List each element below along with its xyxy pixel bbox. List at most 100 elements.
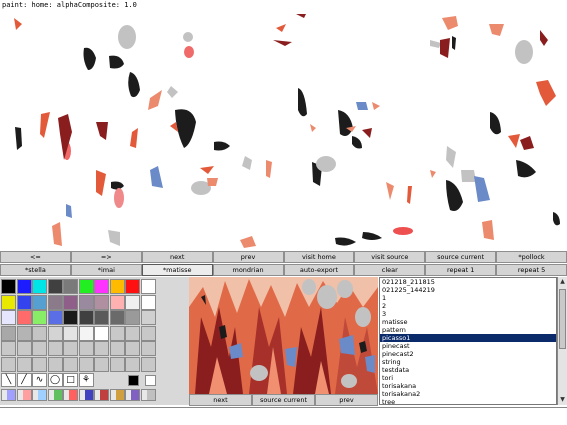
repeat-5-button[interactable]: repeat 5 <box>496 264 567 276</box>
list-item[interactable]: torisakana <box>380 382 556 390</box>
imai-button[interactable]: *imai <box>70 264 142 276</box>
brush-preset[interactable] <box>94 389 109 401</box>
color-swatch[interactable] <box>32 356 47 372</box>
color-swatch[interactable] <box>47 325 63 341</box>
current-foreground-color[interactable] <box>128 375 139 386</box>
brush-preset[interactable] <box>16 389 32 401</box>
color-swatch[interactable] <box>47 356 63 372</box>
color-swatch[interactable] <box>94 356 109 372</box>
color-swatch[interactable] <box>140 325 156 341</box>
color-swatch[interactable] <box>16 294 32 310</box>
color-swatch[interactable] <box>78 279 94 294</box>
color-swatch[interactable] <box>47 341 63 356</box>
color-swatch[interactable] <box>32 294 47 310</box>
forward-button[interactable]: => <box>70 251 142 263</box>
color-swatch[interactable] <box>78 310 94 325</box>
list-item[interactable]: tree <box>380 398 556 404</box>
list-item[interactable]: torisakana2 <box>380 390 556 398</box>
back-button[interactable]: <= <box>0 251 71 263</box>
color-swatch[interactable] <box>1 341 16 356</box>
color-swatch[interactable] <box>1 325 16 341</box>
color-swatch[interactable] <box>16 341 32 356</box>
color-swatch[interactable] <box>125 294 140 310</box>
current-background-color[interactable] <box>144 375 156 386</box>
mondrian-button[interactable]: mondrian <box>212 264 284 276</box>
color-swatch[interactable] <box>140 341 156 356</box>
color-swatch[interactable] <box>32 310 47 325</box>
line-tool-icon[interactable]: ╲ <box>1 373 16 387</box>
brush-preset[interactable] <box>109 389 125 401</box>
color-swatch[interactable] <box>16 325 32 341</box>
visit-source-button[interactable]: visit source <box>354 251 426 263</box>
list-item[interactable]: 021218_211815 <box>380 278 556 286</box>
color-swatch[interactable] <box>140 310 156 325</box>
curve-tool-icon[interactable]: ∿ <box>32 373 47 387</box>
color-swatch[interactable] <box>47 279 63 294</box>
brush-preset[interactable] <box>125 389 140 401</box>
brush-preset[interactable] <box>63 389 78 401</box>
list-item[interactable]: matisse <box>380 318 556 326</box>
color-swatch[interactable] <box>16 356 32 372</box>
color-swatch[interactable] <box>94 279 109 294</box>
stamp-tool-icon[interactable]: ⚘ <box>78 373 94 387</box>
list-item[interactable]: tori <box>380 374 556 382</box>
color-swatch[interactable] <box>32 341 47 356</box>
color-swatch[interactable] <box>63 294 78 310</box>
color-swatch[interactable] <box>125 279 140 294</box>
clear-button[interactable]: clear <box>354 264 426 276</box>
file-list[interactable]: 021218_211815 021225_144219 1 2 3 matisse patt… <box>379 277 557 405</box>
color-swatch[interactable] <box>140 279 156 294</box>
brush-preset[interactable] <box>140 389 156 401</box>
color-swatch[interactable] <box>109 294 125 310</box>
color-swatch[interactable] <box>109 310 125 325</box>
preview-next-button[interactable]: next <box>189 394 252 406</box>
source-current-button[interactable]: source current <box>425 251 497 263</box>
color-swatch[interactable] <box>94 325 109 341</box>
color-swatch[interactable] <box>109 325 125 341</box>
color-swatch[interactable] <box>16 310 32 325</box>
color-swatch[interactable] <box>125 325 140 341</box>
list-item[interactable]: testdata <box>380 366 556 374</box>
color-swatch[interactable] <box>125 356 140 372</box>
brush-preset[interactable] <box>47 389 63 401</box>
preview-prev-button[interactable]: prev <box>315 394 378 406</box>
color-swatch[interactable] <box>78 341 94 356</box>
color-swatch[interactable] <box>109 279 125 294</box>
color-swatch[interactable] <box>140 294 156 310</box>
matisse-button[interactable]: *matisse <box>141 264 213 276</box>
color-swatch[interactable] <box>140 356 156 372</box>
brush-preset[interactable] <box>78 389 94 401</box>
list-item[interactable]: pinecast2 <box>380 350 556 358</box>
color-swatch[interactable] <box>47 294 63 310</box>
color-swatch[interactable] <box>125 310 140 325</box>
color-swatch[interactable] <box>47 310 63 325</box>
preview-pane[interactable] <box>189 277 378 394</box>
color-swatch[interactable] <box>109 341 125 356</box>
color-swatch[interactable] <box>125 341 140 356</box>
color-swatch[interactable] <box>63 279 78 294</box>
color-swatch[interactable] <box>16 279 32 294</box>
list-item[interactable]: 021225_144219 <box>380 286 556 294</box>
color-swatch[interactable] <box>1 294 16 310</box>
paint-canvas[interactable] <box>0 10 567 250</box>
list-item[interactable]: picasso1 <box>380 334 556 342</box>
brush-preset[interactable] <box>1 389 16 401</box>
scroll-up-icon[interactable]: ▲ <box>558 277 567 287</box>
visit-home-button[interactable]: visit home <box>283 251 355 263</box>
list-item[interactable]: 1 <box>380 294 556 302</box>
color-swatch[interactable] <box>63 356 78 372</box>
color-swatch[interactable] <box>109 356 125 372</box>
status-input[interactable] <box>0 407 567 425</box>
prev-button[interactable]: prev <box>212 251 284 263</box>
color-swatch[interactable] <box>78 325 94 341</box>
list-item[interactable]: pinecast <box>380 342 556 350</box>
pollock-button[interactable]: *pollock <box>496 251 567 263</box>
rect-tool-icon[interactable]: □ <box>63 373 78 387</box>
color-swatch[interactable] <box>32 325 47 341</box>
color-swatch[interactable] <box>63 310 78 325</box>
color-swatch[interactable] <box>32 279 47 294</box>
scroll-down-icon[interactable]: ▼ <box>558 395 567 405</box>
color-swatch[interactable] <box>94 294 109 310</box>
preview-source-current-button[interactable]: source current <box>252 394 315 406</box>
list-item[interactable]: pattern <box>380 326 556 334</box>
